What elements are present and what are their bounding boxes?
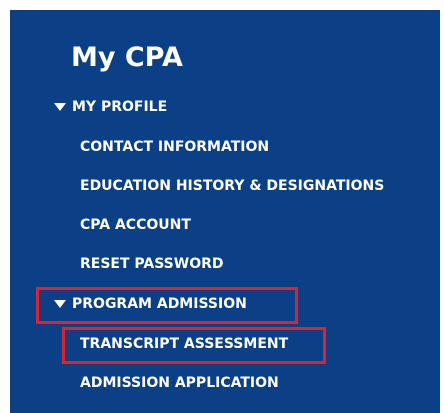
- triangle-down-icon: [54, 103, 66, 111]
- my-cpa-sidebar: My CPA MY PROFILE CONTACT INFORMATION ED…: [10, 10, 440, 413]
- nav-item-transcript-assessment[interactable]: TRANSCRIPT ASSESSMENT: [80, 335, 288, 353]
- section-program-admission-label: PROGRAM ADMISSION: [72, 296, 247, 312]
- sidebar-title: My CPA: [71, 42, 183, 73]
- section-my-profile-label: MY PROFILE: [72, 99, 168, 115]
- nav-item-admission-application[interactable]: ADMISSION APPLICATION: [80, 374, 279, 392]
- triangle-down-icon: [54, 300, 66, 308]
- section-program-admission[interactable]: PROGRAM ADMISSION: [54, 295, 247, 313]
- nav-item-reset-password[interactable]: RESET PASSWORD: [80, 255, 224, 273]
- section-my-profile[interactable]: MY PROFILE: [54, 98, 167, 116]
- nav-item-education-history[interactable]: EDUCATION HISTORY & DESIGNATIONS: [80, 177, 384, 195]
- nav-item-cpa-account[interactable]: CPA ACCOUNT: [80, 216, 191, 234]
- nav-item-contact-information[interactable]: CONTACT INFORMATION: [80, 138, 269, 156]
